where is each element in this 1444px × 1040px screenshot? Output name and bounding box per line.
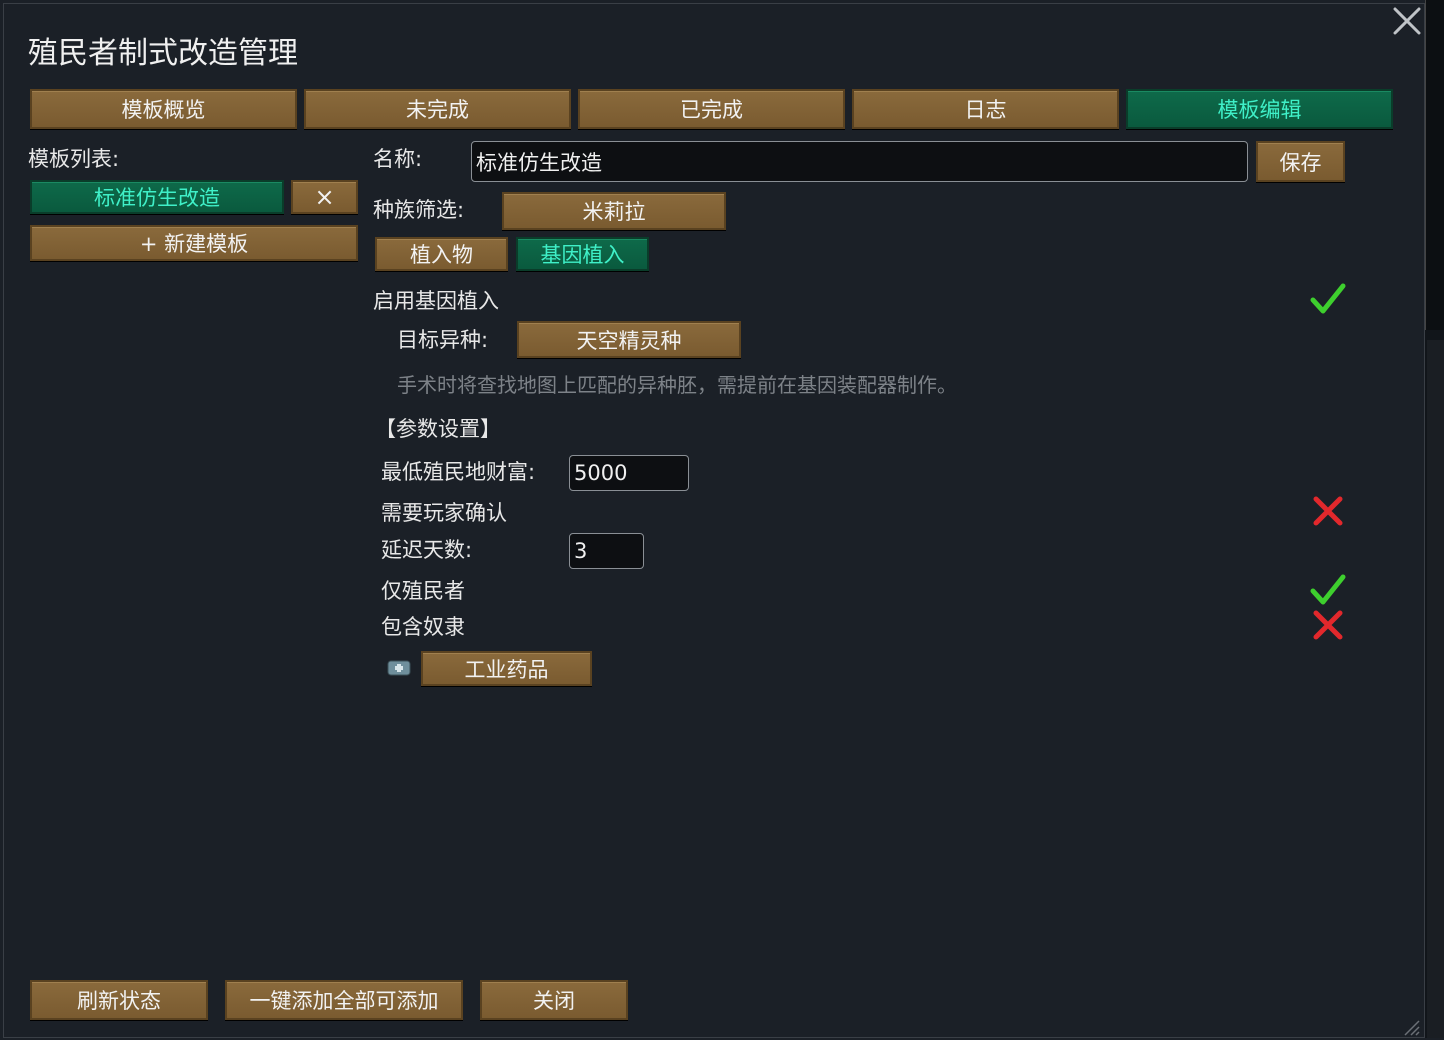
params-header: 【参数设置】 [375,417,501,441]
subtab-gene-implant[interactable]: 基因植入 [516,237,649,271]
new-template-button[interactable]: + 新建模板 [30,225,358,261]
race-filter-label: 种族筛选: [373,198,465,222]
delete-template-button[interactable]: × [291,180,358,214]
delay-days-label: 延迟天数: [381,538,473,562]
min-wealth-input[interactable]: 5000 [569,455,689,491]
tab-incomplete[interactable]: 未完成 [304,89,571,129]
name-input[interactable]: 标准仿生改造 [471,141,1248,182]
tab-template-edit[interactable]: 模板编辑 [1126,89,1393,129]
target-xenotype-button[interactable]: 天空精灵种 [517,321,741,358]
refresh-status-button[interactable]: 刷新状态 [30,980,208,1020]
tab-template-overview[interactable]: 模板概览 [30,89,297,129]
medicine-select-button[interactable]: 工业药品 [421,651,592,686]
include-slaves-label: 包含奴隶 [381,615,465,639]
race-select-button[interactable]: 米莉拉 [502,192,726,230]
xenotype-hint: 手术时将查找地图上匹配的异种胚，需提前在基因装配器制作。 [397,373,957,397]
template-list-label: 模板列表: [28,147,120,171]
background-panel-strip [1427,340,1444,1038]
industrial-medicine-icon [387,659,411,681]
save-button[interactable]: 保存 [1256,141,1345,182]
subtab-implants[interactable]: 植入物 [375,237,508,271]
close-button[interactable]: 关闭 [480,980,628,1020]
template-item[interactable]: 标准仿生改造 [30,180,284,214]
enable-gene-checkbox-check-icon[interactable] [1310,282,1346,316]
close-icon[interactable] [1390,4,1424,38]
background-map-strip [1425,0,1444,330]
resize-grip-icon[interactable] [1402,1020,1420,1040]
need-confirm-checkbox-cross-icon[interactable] [1311,494,1345,528]
background-edge [1425,0,1444,1038]
need-confirm-label: 需要玩家确认 [381,501,507,525]
target-xenotype-label: 目标异种: [397,328,489,352]
colonists-only-checkbox-check-icon[interactable] [1310,573,1346,607]
min-wealth-label: 最低殖民地财富: [381,460,536,484]
name-label: 名称: [373,147,423,171]
window-title: 殖民者制式改造管理 [28,36,298,71]
colonists-only-label: 仅殖民者 [381,579,465,603]
delay-days-input[interactable]: 3 [569,533,644,569]
tab-log[interactable]: 日志 [852,89,1119,129]
tab-completed[interactable]: 已完成 [578,89,845,129]
add-all-button[interactable]: 一键添加全部可添加 [225,980,463,1020]
enable-gene-label: 启用基因植入 [373,289,499,313]
include-slaves-checkbox-cross-icon[interactable] [1311,608,1345,642]
